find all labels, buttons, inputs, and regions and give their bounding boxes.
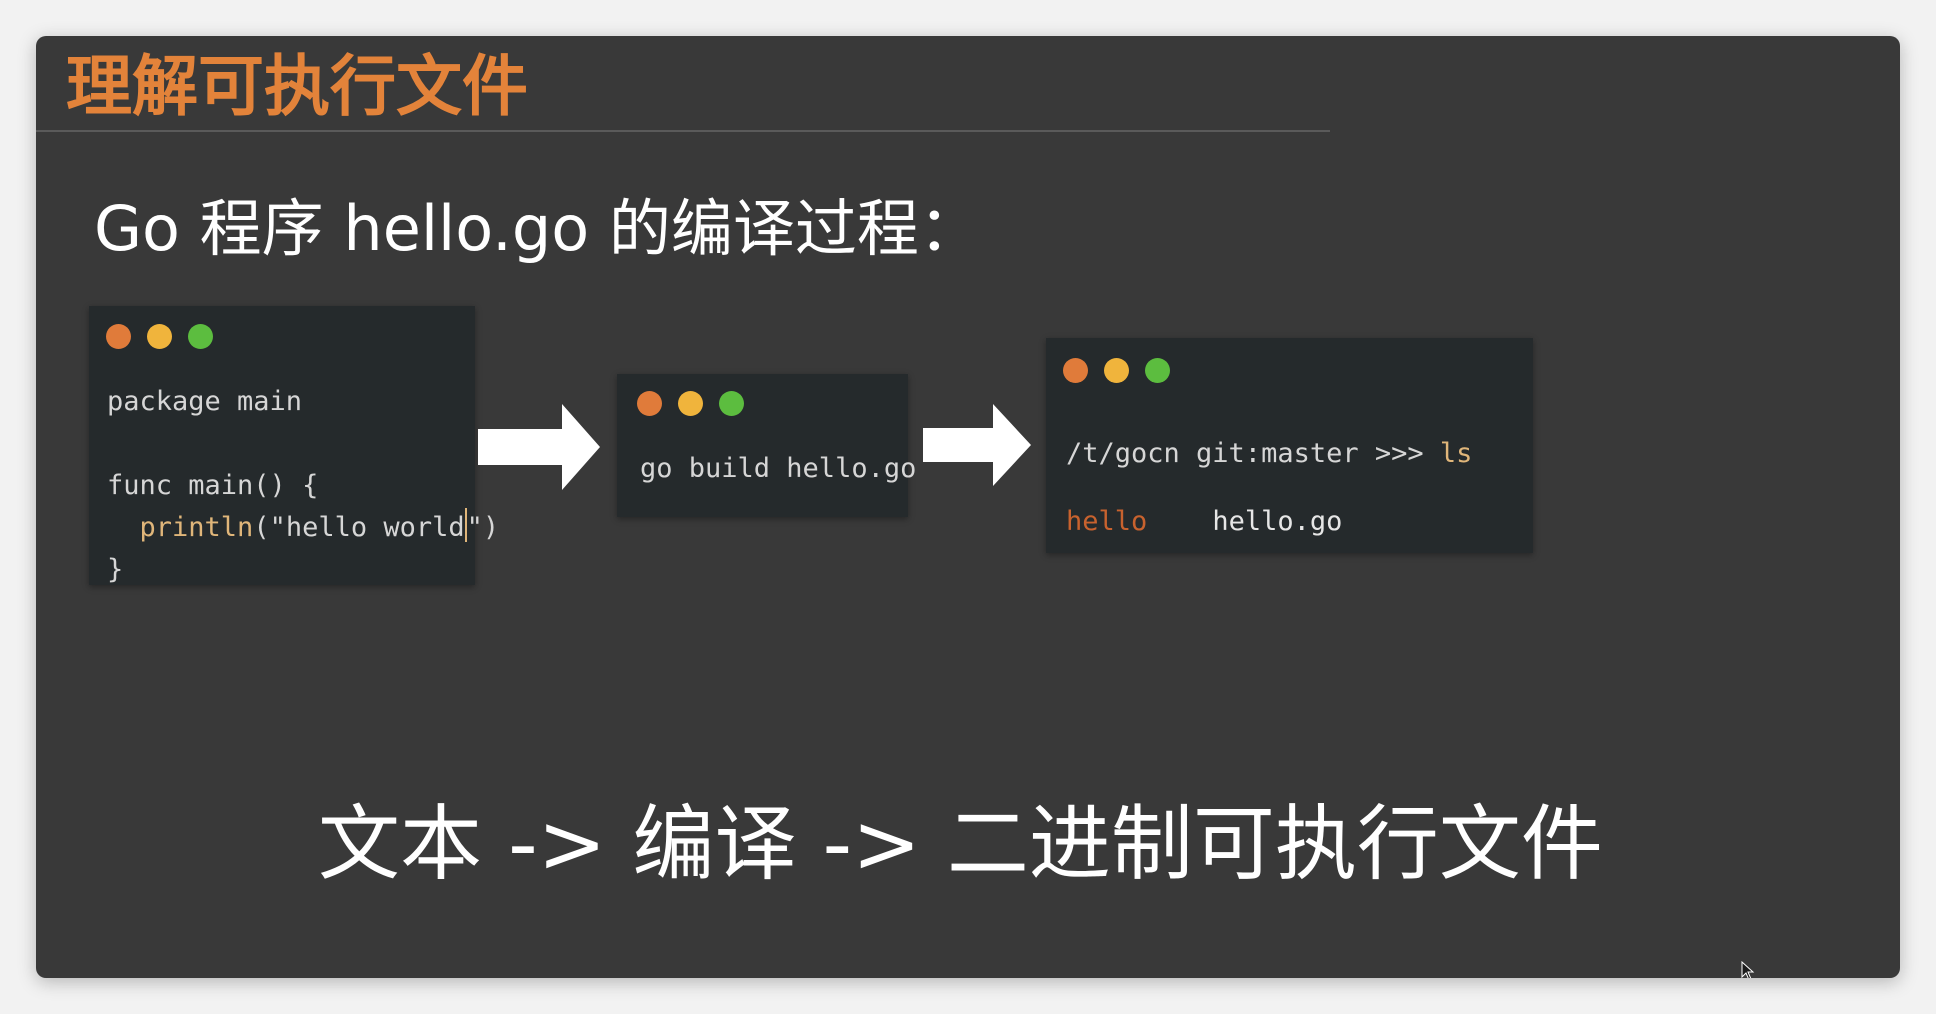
code-println: println — [139, 512, 254, 543]
arrow-right-icon — [478, 404, 600, 490]
slide-title: 理解可执行文件 — [66, 48, 528, 125]
file-source: hello.go — [1212, 506, 1343, 537]
slide: 理解可执行文件 Go 程序 hello.go 的编译过程： package ma… — [36, 36, 1900, 978]
maximize-dot-icon — [719, 391, 744, 416]
title-divider — [36, 130, 1330, 132]
code-line-close-brace: } — [107, 554, 124, 585]
result-terminal-window: /t/gocn git:master >>> ls hello hello.go — [1046, 338, 1533, 553]
close-dot-icon — [637, 391, 662, 416]
minimize-dot-icon — [147, 324, 172, 349]
window-controls — [106, 324, 213, 349]
code-arg-b: ") — [466, 512, 500, 543]
arrow-right-icon — [923, 404, 1031, 486]
file-executable: hello — [1066, 506, 1148, 537]
window-controls — [1063, 358, 1170, 383]
code-line-package: package main — [107, 386, 303, 417]
minimize-dot-icon — [1104, 358, 1129, 383]
shell-prompt: /t/gocn git:master >>> — [1066, 438, 1440, 469]
mouse-cursor-icon — [1741, 961, 1755, 978]
maximize-dot-icon — [188, 324, 213, 349]
code-line-func: func main() { — [107, 470, 319, 501]
process-summary: 文本 -> 编译 -> 二进制可执行文件 — [318, 797, 1603, 892]
window-controls — [637, 391, 744, 416]
ls-command: ls — [1439, 438, 1473, 469]
source-code-window: package main ​ func main() { println("he… — [89, 306, 499, 585]
maximize-dot-icon — [1145, 358, 1170, 383]
minimize-dot-icon — [678, 391, 703, 416]
close-dot-icon — [106, 324, 131, 349]
close-dot-icon — [1063, 358, 1088, 383]
source-code: package main ​ func main() { println("he… — [107, 381, 499, 591]
terminal-output: /t/gocn git:master >>> ls hello hello.go — [1066, 420, 1472, 556]
slide-subtitle: Go 程序 hello.go 的编译过程： — [94, 192, 981, 265]
build-command: go build hello.go — [640, 453, 917, 484]
build-command-window: go build hello.go — [617, 374, 916, 517]
code-arg-a: ("hello world — [253, 512, 465, 543]
